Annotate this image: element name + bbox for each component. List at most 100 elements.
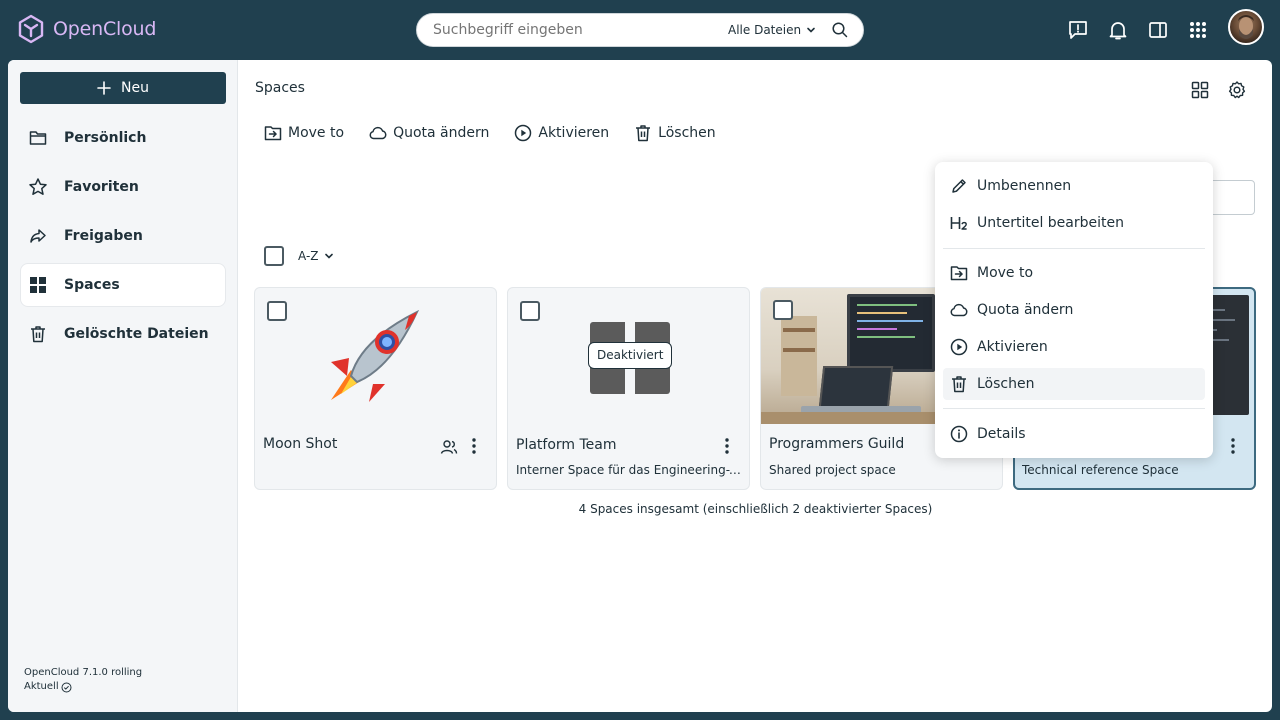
feedback-icon[interactable] [1067, 19, 1089, 41]
search-filter-label: Alle Dateien [728, 23, 802, 37]
card-subtitle: Shared project space [769, 463, 896, 477]
card-title: Platform Team [516, 437, 617, 453]
new-button[interactable]: Neu [20, 72, 226, 104]
card-subtitle: Technical reference Space [1022, 463, 1179, 477]
new-button-label: Neu [121, 80, 149, 96]
search-icon[interactable] [831, 21, 849, 39]
avatar-face-icon [1238, 15, 1254, 39]
star-icon [29, 178, 47, 195]
sidebar-item-spaces[interactable]: Spaces [20, 263, 226, 307]
sort-dropdown[interactable]: A-Z [298, 249, 335, 263]
context-menu: Umbenennen Untertitel bearbeiten Move to… [935, 162, 1213, 458]
spaces-grid-icon [30, 277, 46, 293]
sidebar-item-label: Persönlich [64, 130, 147, 146]
menu-item-label: Quota ändern [977, 302, 1074, 318]
delete-button[interactable]: Löschen [633, 123, 716, 143]
space-card[interactable]: Moon Shot [254, 287, 497, 490]
menu-divider [943, 248, 1205, 249]
members-icon[interactable] [440, 438, 458, 456]
menu-item-label: Löschen [977, 376, 1035, 392]
top-bar: OpenCloud Alle Dateien [0, 0, 1280, 60]
delete-label: Löschen [658, 125, 716, 141]
menu-item-label: Untertitel bearbeiten [977, 215, 1124, 231]
move-icon [264, 126, 282, 141]
menu-item-edit-subtitle[interactable]: Untertitel bearbeiten [943, 207, 1205, 239]
sort-label: A-Z [298, 249, 319, 263]
sidebar-item-personal[interactable]: Persönlich [20, 116, 226, 160]
more-options-icon[interactable] [725, 438, 729, 454]
plus-icon [97, 81, 111, 95]
play-icon [950, 338, 968, 356]
menu-item-move-to[interactable]: Move to [943, 257, 1205, 289]
sidebar-item-favorites[interactable]: Favoriten [20, 165, 226, 209]
pencil-icon [952, 179, 966, 193]
card-checkbox[interactable] [520, 301, 540, 321]
info-icon [950, 425, 968, 443]
sidebar-item-label: Spaces [64, 277, 120, 293]
search-filter-dropdown[interactable]: Alle Dateien [728, 14, 817, 46]
settings-gear-icon[interactable] [1227, 80, 1247, 100]
sidebar-item-deleted-files[interactable]: Gelöschte Dateien [20, 312, 226, 356]
menu-item-delete[interactable]: Löschen [943, 368, 1205, 400]
rocket-icon [331, 309, 420, 402]
heading-h2-icon [950, 217, 967, 230]
sidebar-item-label: Gelöschte Dateien [64, 326, 209, 342]
version-status: Aktuell [24, 680, 142, 694]
card-checkbox[interactable] [267, 301, 287, 321]
user-avatar[interactable] [1228, 9, 1264, 45]
bell-icon[interactable] [1107, 19, 1129, 41]
version-info: OpenCloud 7.1.0 rolling Aktuell [24, 666, 142, 694]
tiles-view-icon[interactable] [1190, 80, 1210, 100]
menu-item-label: Move to [977, 265, 1034, 281]
card-title: Programmers Guild [769, 436, 905, 452]
folder-icon [29, 131, 47, 145]
app-switcher-icon[interactable] [1187, 19, 1209, 41]
card-subtitle: Interner Space für das Engineering-Team [516, 463, 741, 477]
menu-item-activate[interactable]: Aktivieren [943, 331, 1205, 363]
chevron-down-icon [324, 253, 333, 259]
activate-label: Aktivieren [538, 125, 610, 141]
version-status-label: Aktuell [24, 681, 59, 692]
menu-item-label: Umbenennen [977, 178, 1072, 194]
side-panel-icon[interactable] [1147, 19, 1169, 41]
sidebar-item-shares[interactable]: Freigaben [20, 214, 226, 258]
cloud-icon [369, 126, 387, 140]
share-icon [30, 229, 46, 243]
quota-label: Quota ändern [393, 125, 490, 141]
menu-item-details[interactable]: Details [943, 418, 1205, 450]
cloud-icon [950, 303, 968, 317]
more-options-icon[interactable] [472, 438, 476, 454]
menu-item-rename[interactable]: Umbenennen [943, 170, 1205, 202]
move-to-button[interactable]: Move to [263, 123, 344, 143]
sidebar-item-label: Favoriten [64, 179, 139, 195]
page-title: Spaces [255, 80, 305, 96]
menu-divider [943, 408, 1205, 409]
check-circle-icon [61, 682, 72, 692]
menu-item-change-quota[interactable]: Quota ändern [943, 294, 1205, 326]
batch-actions-toolbar: Move to Quota ändern Aktivieren Löschen [263, 123, 716, 143]
move-icon [950, 266, 968, 281]
chevron-down-icon [807, 27, 815, 33]
logo[interactable]: OpenCloud [17, 14, 156, 44]
select-all-checkbox[interactable] [264, 246, 284, 266]
trash-icon [31, 326, 45, 343]
space-card[interactable]: Deaktiviert Platform Team Interner Space… [507, 287, 750, 490]
sidebar-item-label: Freigaben [64, 228, 143, 244]
disabled-badge: Deaktiviert [588, 342, 673, 369]
app-name: OpenCloud [53, 18, 157, 40]
trash-icon [636, 125, 651, 142]
card-checkbox[interactable] [773, 300, 793, 320]
search-input[interactable] [433, 14, 713, 46]
menu-item-label: Details [977, 426, 1026, 442]
menu-item-label: Aktivieren [977, 339, 1048, 355]
search-bar: Alle Dateien [416, 13, 864, 47]
more-options-icon[interactable] [1231, 438, 1235, 454]
spaces-summary: 4 Spaces insgesamt (einschließlich 2 dea… [578, 502, 933, 516]
trash-icon [952, 376, 966, 393]
sort-bar: A-Z [264, 246, 335, 266]
sidebar: Neu Persönlich Favoriten Freigaben Space… [8, 60, 238, 712]
quota-button[interactable]: Quota ändern [368, 123, 489, 143]
move-to-label: Move to [288, 125, 345, 141]
activate-button[interactable]: Aktivieren [513, 123, 609, 143]
card-title: Moon Shot [263, 436, 338, 452]
